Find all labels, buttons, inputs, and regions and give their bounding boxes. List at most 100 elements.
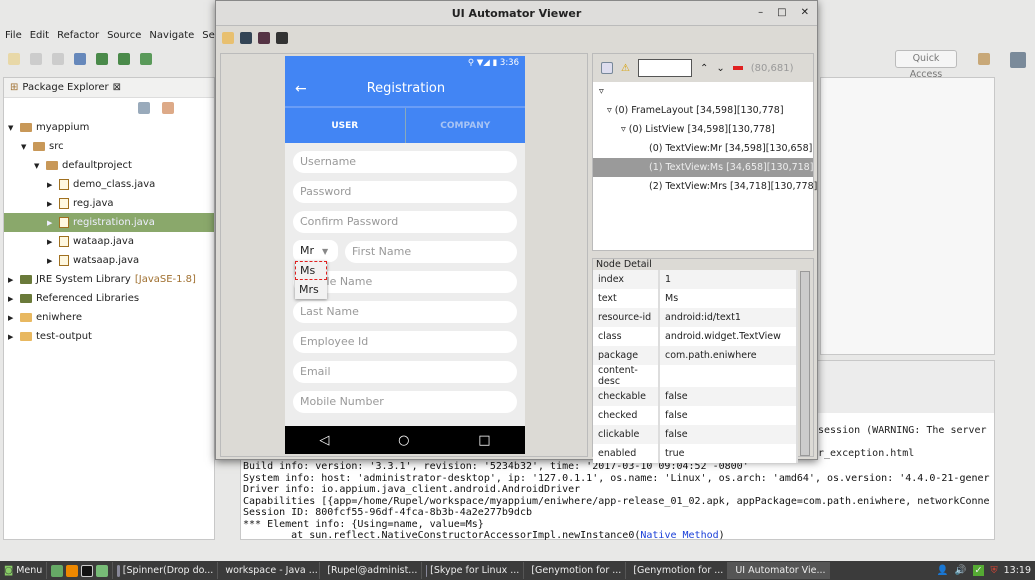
previous-icon[interactable]: ⌃ bbox=[700, 63, 708, 74]
update-icon[interactable]: ✓ bbox=[972, 565, 985, 576]
tree-item[interactable]: ▶ wataap.java bbox=[4, 232, 214, 251]
tree-item[interactable]: ▶ Referenced Libraries bbox=[4, 289, 214, 308]
collapsed-arrow-icon[interactable]: ▶ bbox=[8, 276, 16, 284]
detail-row[interactable]: enabled true bbox=[593, 444, 798, 463]
field-confirm-password[interactable]: Confirm Password bbox=[293, 211, 517, 233]
checkbox-icon[interactable] bbox=[140, 53, 152, 65]
taskbar-window-button[interactable]: [Spinner(Drop do... bbox=[113, 562, 219, 579]
device-screenshot-compressed-icon[interactable] bbox=[258, 32, 270, 44]
device-screenshot-icon[interactable] bbox=[240, 32, 252, 44]
collapsed-arrow-icon[interactable]: ▶ bbox=[47, 181, 55, 189]
tab-user[interactable]: USER bbox=[285, 108, 406, 143]
taskbar-window-button[interactable]: UI Automator Vie... bbox=[728, 562, 831, 579]
expanded-arrow-icon[interactable]: ▼ bbox=[21, 143, 29, 151]
tree-item[interactable]: ▶ reg.java bbox=[4, 194, 214, 213]
package-explorer-tab[interactable]: ⊞ Package Explorer ⊠ bbox=[4, 78, 214, 98]
collapsed-arrow-icon[interactable]: ▶ bbox=[8, 295, 16, 303]
detail-row[interactable]: checkable false bbox=[593, 387, 798, 406]
field-employee-id[interactable]: Employee Id bbox=[293, 331, 517, 353]
tree-item[interactable]: ▶ test-output bbox=[4, 327, 214, 346]
spinner-option-ms[interactable]: Ms bbox=[295, 261, 327, 280]
menu-navigate[interactable]: Navigate bbox=[149, 30, 194, 41]
detail-row[interactable]: package com.path.eniwhere bbox=[593, 346, 798, 365]
field-last-name[interactable]: Last Name bbox=[293, 301, 517, 323]
volume-icon[interactable]: 🔊 bbox=[955, 565, 967, 576]
hierarchy-node[interactable]: (1) TextView:Ms [34,658][130,718] bbox=[593, 158, 813, 177]
expanded-arrow-icon[interactable]: ▿ bbox=[621, 124, 629, 135]
collapsed-arrow-icon[interactable]: ▶ bbox=[8, 314, 16, 322]
tree-root-toggle[interactable]: ▿ bbox=[593, 82, 813, 101]
detail-scrollbar[interactable] bbox=[800, 271, 810, 456]
taskbar-window-button[interactable]: [Skype for Linux ... bbox=[422, 562, 525, 579]
back-arrow-icon[interactable]: ← bbox=[295, 81, 307, 97]
user-icon[interactable]: 👤 bbox=[937, 565, 949, 576]
avd-icon[interactable] bbox=[118, 53, 130, 65]
menu-refactor[interactable]: Refactor bbox=[57, 30, 99, 41]
collapsed-arrow-icon[interactable]: ▶ bbox=[47, 200, 55, 208]
device-screenshot[interactable]: ⚲ ▼◢ ▮ 3:36 ← Registration USER COMPANY Us… bbox=[285, 56, 525, 454]
terminal-icon[interactable] bbox=[81, 564, 94, 577]
expanded-arrow-icon[interactable]: ▿ bbox=[607, 105, 615, 116]
open-icon[interactable] bbox=[222, 32, 234, 44]
collapsed-arrow-icon[interactable]: ▶ bbox=[47, 257, 55, 265]
minimize-icon[interactable]: – bbox=[758, 7, 763, 18]
menu-edit[interactable]: Edit bbox=[30, 30, 49, 41]
search-input[interactable] bbox=[637, 59, 692, 77]
taskbar-window-button[interactable]: [Genymotion for ... bbox=[524, 562, 627, 579]
tree-item[interactable]: ▶ watsaap.java bbox=[4, 251, 214, 270]
open-perspective-icon[interactable] bbox=[978, 53, 990, 65]
expanded-arrow-icon[interactable]: ▼ bbox=[8, 124, 16, 132]
tree-item[interactable]: ▼ src bbox=[4, 137, 214, 156]
field-username[interactable]: Username bbox=[293, 151, 517, 173]
java-perspective-icon[interactable] bbox=[1010, 52, 1026, 68]
detail-row[interactable]: content-desc bbox=[593, 365, 798, 387]
hierarchy-node[interactable]: ▿ (0) ListView [34,598][130,778] bbox=[593, 120, 813, 139]
detail-row[interactable]: text Ms bbox=[593, 289, 798, 308]
close-window-icon[interactable]: ✕ bbox=[801, 7, 809, 18]
clear-icon[interactable] bbox=[732, 66, 743, 70]
field-email[interactable]: Email bbox=[293, 361, 517, 383]
tree-item[interactable]: ▶ eniwhere bbox=[4, 308, 214, 327]
quick-access-field[interactable]: Quick Access bbox=[895, 50, 957, 80]
detail-row[interactable]: clickable false bbox=[593, 425, 798, 444]
files-icon[interactable] bbox=[96, 564, 109, 577]
menu-file[interactable]: File bbox=[5, 30, 22, 41]
save-all-icon[interactable] bbox=[52, 53, 64, 65]
debug-icon[interactable] bbox=[74, 53, 86, 65]
expanded-arrow-icon[interactable]: ▼ bbox=[34, 162, 42, 170]
shield-icon[interactable]: ⛨ bbox=[990, 565, 997, 576]
taskbar-window-button[interactable]: [Rupel@administ... bbox=[320, 562, 423, 579]
field-first-name[interactable]: First Name bbox=[345, 241, 517, 263]
field-mobile-number[interactable]: Mobile Number bbox=[293, 391, 517, 413]
spinner-option-mrs[interactable]: Mrs bbox=[295, 280, 327, 299]
tab-company[interactable]: COMPANY bbox=[406, 108, 526, 143]
back-icon[interactable]: ◁ bbox=[319, 433, 329, 448]
detail-row[interactable]: index 1 bbox=[593, 270, 798, 289]
new-icon[interactable] bbox=[8, 53, 20, 65]
collapsed-arrow-icon[interactable]: ▶ bbox=[47, 238, 55, 246]
save-icon[interactable] bbox=[30, 53, 42, 65]
hierarchy-node[interactable]: (0) TextView:Mr [34,598][130,658] bbox=[593, 139, 813, 158]
maximize-icon[interactable]: □ bbox=[777, 7, 786, 18]
firefox-icon[interactable] bbox=[66, 564, 79, 577]
next-icon[interactable]: ⌄ bbox=[716, 63, 724, 74]
field-password[interactable]: Password bbox=[293, 181, 517, 203]
tree-item[interactable]: ▶ registration.java bbox=[4, 213, 214, 232]
recents-icon[interactable]: □ bbox=[478, 433, 490, 448]
warning-icon[interactable]: ⚠ bbox=[621, 63, 630, 74]
tree-item[interactable]: ▶ demo_class.java bbox=[4, 175, 214, 194]
save-icon[interactable] bbox=[276, 32, 288, 44]
close-icon[interactable]: ⊠ bbox=[113, 82, 121, 93]
tree-item[interactable]: ▼ defaultproject bbox=[4, 156, 214, 175]
start-menu-button[interactable]: ◙ Menu bbox=[0, 562, 48, 579]
taskbar-window-button[interactable]: workspace - Java ... bbox=[218, 562, 321, 579]
hierarchy-node[interactable]: ▿ (0) FrameLayout [34,598][130,778] bbox=[593, 101, 813, 120]
link-editor-icon[interactable] bbox=[162, 102, 174, 114]
collapsed-arrow-icon[interactable]: ▶ bbox=[8, 333, 16, 341]
detail-row[interactable]: resource-id android:id/text1 bbox=[593, 308, 798, 327]
detail-row[interactable]: checked false bbox=[593, 406, 798, 425]
expand-all-icon[interactable] bbox=[601, 62, 613, 74]
collapse-all-icon[interactable] bbox=[138, 102, 150, 114]
home-icon[interactable]: ○ bbox=[398, 433, 409, 448]
taskbar-window-button[interactable]: [Genymotion for ... bbox=[626, 562, 729, 579]
